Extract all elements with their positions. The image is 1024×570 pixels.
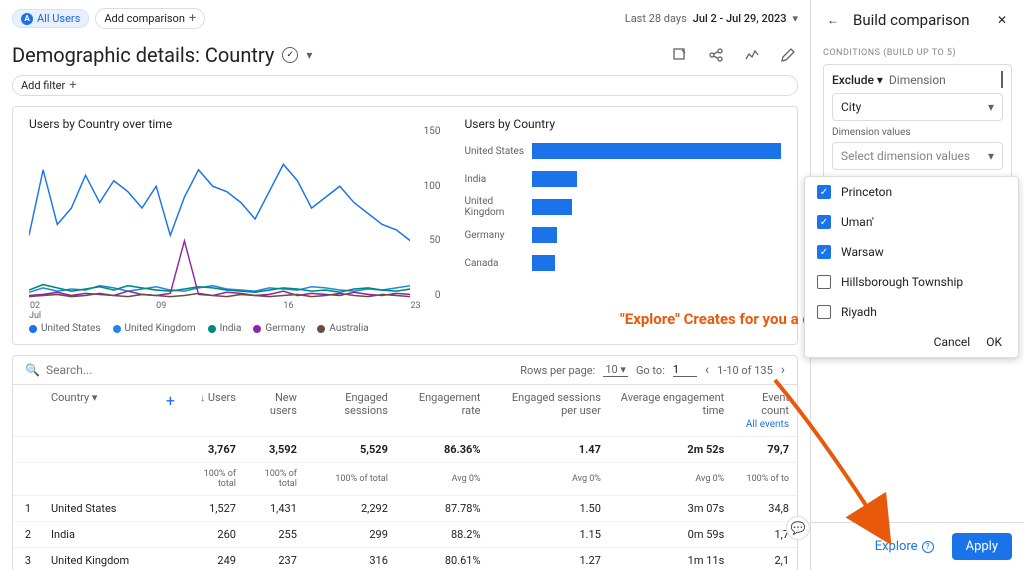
- prev-page-icon[interactable]: ‹: [705, 362, 709, 378]
- add-filter-label: Add filter: [21, 79, 65, 92]
- date-range-text: Jul 2 - Jul 29, 2023: [693, 12, 787, 25]
- dimension-values-label: Dimension values: [832, 127, 1003, 138]
- col-new-users[interactable]: New users: [244, 385, 305, 437]
- dimension-values-dropdown: ✓Princeton✓Uman'✓WarsawHillsborough Town…: [804, 176, 1019, 358]
- col-engagement-rate[interactable]: Engagement rate: [396, 385, 489, 437]
- date-range-picker[interactable]: Last 28 days Jul 2 - Jul 29, 2023 ▾: [625, 12, 798, 25]
- goto-label: Go to:: [636, 364, 665, 377]
- add-filter-button[interactable]: Add filter +: [12, 75, 798, 96]
- table-row[interactable]: 2India26025529988.2%1.150m 59s1,7: [13, 522, 797, 548]
- dropdown-option[interactable]: ✓Uman': [805, 207, 1018, 237]
- chevron-down-icon: ▾: [988, 100, 994, 114]
- col-avg-engagement-time[interactable]: Average engagement time: [609, 385, 732, 437]
- table-row[interactable]: 3United Kingdom24923731680.61%1.271m 11s…: [13, 548, 797, 570]
- col-country[interactable]: Country ▾ +: [43, 385, 183, 437]
- search-input[interactable]: [46, 363, 226, 377]
- dimension-values-select[interactable]: Select dimension values ▾: [832, 142, 1003, 170]
- dimension-value: City: [841, 100, 861, 114]
- page-range: 1-10 of 135: [717, 364, 773, 377]
- bar-row: India: [464, 165, 781, 193]
- chevron-down-icon: ▾: [988, 149, 994, 163]
- next-page-icon[interactable]: ›: [781, 362, 785, 378]
- legend-item[interactable]: Germany: [253, 323, 305, 334]
- check-icon[interactable]: ✓: [282, 47, 298, 63]
- col-engaged-sessions[interactable]: Engaged sessions: [305, 385, 396, 437]
- chip-label: All Users: [37, 12, 80, 25]
- page-title: Demographic details: Country: [12, 43, 274, 67]
- explore-button[interactable]: Explore?: [865, 533, 944, 560]
- chevron-down-icon: ▾: [792, 12, 798, 25]
- apply-button[interactable]: Apply: [952, 533, 1012, 560]
- bar-row: United States: [464, 137, 781, 165]
- chevron-down-icon[interactable]: ▾: [306, 48, 312, 62]
- add-comparison-chip[interactable]: Add comparison +: [95, 8, 205, 29]
- add-dimension-icon[interactable]: +: [166, 391, 175, 410]
- feedback-icon[interactable]: 💬: [786, 516, 810, 540]
- legend-item[interactable]: India: [208, 323, 242, 334]
- bar-chart: United StatesIndiaUnited KingdomGermanyC…: [464, 137, 781, 317]
- share-icon[interactable]: [706, 45, 726, 65]
- dropdown-option[interactable]: Hillsborough Township: [805, 267, 1018, 297]
- close-icon[interactable]: ✕: [992, 10, 1012, 30]
- data-table: Country ▾ + ↓ Users New users Engaged se…: [13, 385, 797, 570]
- bar-row: Germany: [464, 221, 781, 249]
- all-users-chip[interactable]: AAll Users: [12, 9, 89, 28]
- cancel-button[interactable]: Cancel: [934, 335, 971, 349]
- plus-icon: +: [69, 78, 76, 93]
- back-icon[interactable]: ←: [823, 10, 843, 30]
- legend-item[interactable]: Australia: [317, 323, 368, 334]
- goto-input[interactable]: [673, 363, 697, 377]
- bar-row: United Kingdom: [464, 193, 781, 221]
- condition-card: Exclude ▾ Dimension City ▾ Dimension val…: [823, 64, 1012, 185]
- dimension-label: Dimension: [889, 73, 946, 87]
- dropdown-option[interactable]: ✓Princeton: [805, 177, 1018, 207]
- date-prefix: Last 28 days: [625, 12, 687, 25]
- conditions-label: CONDITIONS (BUILD UP TO 5): [823, 48, 1012, 58]
- rows-per-page-select[interactable]: 10 ▾: [603, 363, 628, 377]
- legend-item[interactable]: United States: [29, 323, 101, 334]
- col-users[interactable]: ↓ Users: [183, 385, 244, 437]
- table-row[interactable]: 1United States1,5271,4312,29287.78%1.503…: [13, 496, 797, 522]
- dropdown-option[interactable]: Riyadh: [805, 297, 1018, 327]
- panel-title: Build comparison: [853, 11, 982, 29]
- ok-button[interactable]: OK: [986, 335, 1002, 349]
- chart-title: Users by Country over time: [29, 117, 440, 131]
- bar-row: Canada: [464, 249, 781, 277]
- dimension-select[interactable]: City ▾: [832, 93, 1003, 121]
- delete-icon[interactable]: [1001, 73, 1003, 87]
- help-icon: ?: [922, 541, 934, 553]
- col-sessions-per-user[interactable]: Engaged sessions per user: [489, 385, 609, 437]
- legend-item[interactable]: United Kingdom: [113, 323, 196, 334]
- search-icon: 🔍: [25, 363, 40, 377]
- dropdown-option[interactable]: ✓Warsaw: [805, 237, 1018, 267]
- col-event-count[interactable]: Event countAll events: [732, 385, 797, 437]
- chip-label: Add comparison: [104, 12, 185, 25]
- exclude-toggle[interactable]: Exclude ▾: [832, 73, 883, 87]
- insights-icon[interactable]: [742, 45, 762, 65]
- customize-icon[interactable]: [670, 45, 690, 65]
- line-chart: 050100150 02Jul091623: [29, 137, 440, 317]
- rows-per-page-label: Rows per page:: [520, 364, 595, 377]
- plus-icon: +: [189, 11, 196, 26]
- chart-title: Users by Country: [464, 117, 781, 131]
- edit-icon[interactable]: [778, 45, 798, 65]
